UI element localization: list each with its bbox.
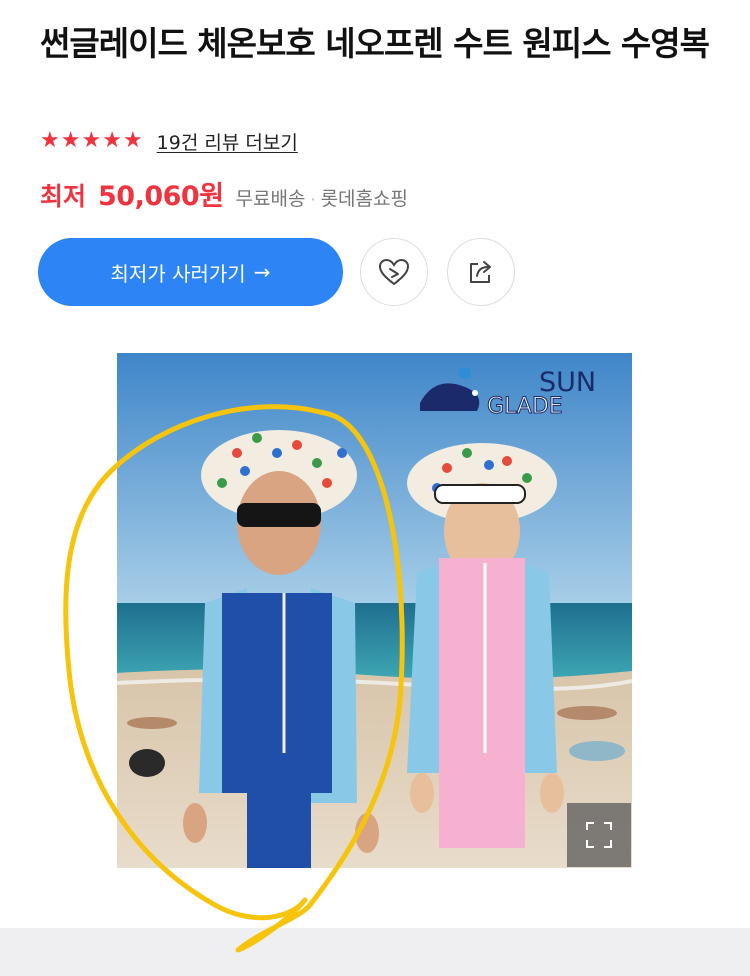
star-icon: ★ xyxy=(122,128,143,153)
star-icon: ★ xyxy=(40,128,60,153)
product-image[interactable]: SUN GLADE xyxy=(117,353,632,868)
expand-icon xyxy=(586,822,612,848)
star-icon: ★ xyxy=(60,128,81,153)
arrow-right-icon: → xyxy=(253,260,271,284)
star-icon: ★ xyxy=(102,128,122,153)
share-icon xyxy=(470,261,491,283)
price-value: 50,060원 xyxy=(98,181,224,212)
like-button[interactable] xyxy=(360,238,428,306)
rating-stars: ★ ★ ★ ★ ★ xyxy=(40,126,143,156)
share-button[interactable] xyxy=(447,238,515,306)
heart-icon xyxy=(378,258,410,286)
price-label: 최저 xyxy=(40,182,87,211)
buy-button-label: 최저가 사러가기 xyxy=(110,261,246,286)
seller-name[interactable]: 롯데홈쇼핑 xyxy=(321,184,408,211)
brand-logo-line2: GLADE xyxy=(487,394,563,419)
separator-dot: · xyxy=(310,190,316,209)
expand-image-button[interactable] xyxy=(567,803,631,867)
star-icon: ★ xyxy=(81,128,102,153)
product-title: 썬글레이드 체온보호 네오프렌 수트 원피스 수영복 xyxy=(40,24,710,63)
buy-lowest-price-button[interactable]: 최저가 사러가기 → xyxy=(38,238,343,306)
price-row: 최저 50,060원 무료배송 · 롯데홈쇼핑 xyxy=(40,174,408,213)
bottom-divider xyxy=(0,928,750,976)
shipping-info: 무료배송 xyxy=(235,188,306,210)
rating-row: ★ ★ ★ ★ ★ 19건 리뷰 더보기 xyxy=(40,126,298,156)
review-link[interactable]: 19건 리뷰 더보기 xyxy=(157,128,298,155)
